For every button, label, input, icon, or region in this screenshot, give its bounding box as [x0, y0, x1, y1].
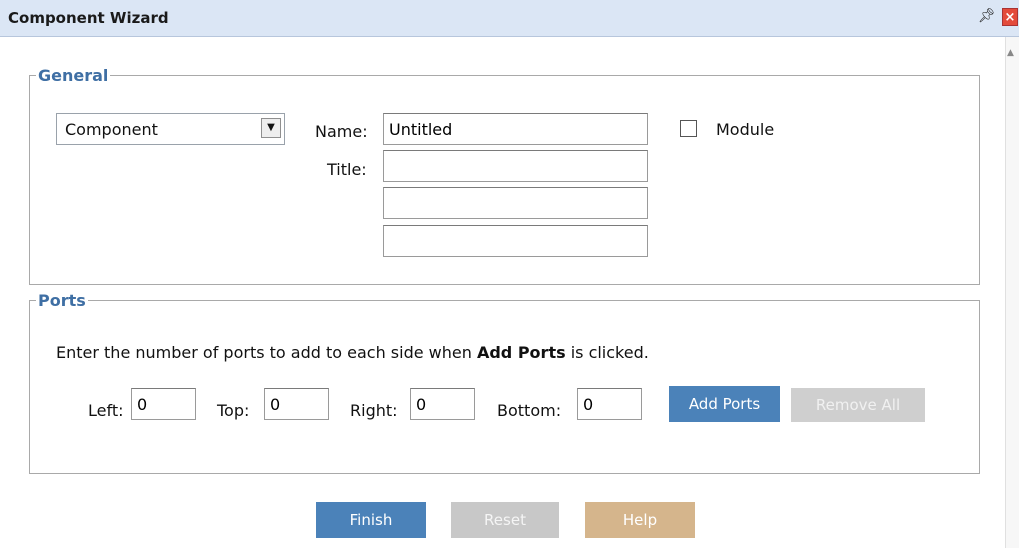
title-field-line-2[interactable] [383, 187, 648, 219]
scroll-up-icon[interactable]: ▲ [1007, 48, 1014, 58]
right-label: Right: [350, 401, 398, 420]
pin-icon[interactable]: 📌︎ [978, 8, 996, 24]
title-field-line-3[interactable] [383, 225, 648, 257]
add-ports-button[interactable]: Add Ports [669, 386, 780, 422]
left-label: Left: [88, 401, 124, 420]
instruction-suffix: is clicked. [565, 343, 649, 362]
name-label: Name: [315, 122, 368, 141]
instruction-prefix: Enter the number of ports to add to each… [56, 343, 477, 362]
title-field-line-1[interactable] [383, 150, 648, 182]
component-type-value: Component [65, 120, 158, 139]
bottom-ports-field[interactable] [577, 388, 642, 420]
top-ports-field[interactable] [264, 388, 329, 420]
finish-button[interactable]: Finish [316, 502, 426, 538]
module-checkbox[interactable] [680, 120, 697, 137]
ports-legend: Ports [38, 291, 86, 310]
ports-group: Ports [29, 291, 980, 474]
reset-button[interactable]: Reset [451, 502, 559, 538]
left-ports-field[interactable] [131, 388, 196, 420]
module-label: Module [716, 120, 775, 139]
general-legend: General [38, 66, 109, 85]
window-title: Component Wizard [8, 9, 169, 27]
title-label: Title: [327, 160, 367, 179]
right-ports-field[interactable] [410, 388, 475, 420]
top-label: Top: [217, 401, 250, 420]
ports-instruction: Enter the number of ports to add to each… [56, 343, 649, 362]
component-type-select[interactable]: Component ▼ [56, 113, 285, 145]
remove-all-button[interactable]: Remove All [791, 388, 925, 422]
bottom-label: Bottom: [497, 401, 562, 420]
vertical-scrollbar[interactable] [1005, 37, 1019, 548]
title-bar: Component Wizard 📌︎ × [0, 0, 1019, 37]
name-field[interactable] [383, 113, 648, 145]
chevron-down-icon[interactable]: ▼ [261, 118, 281, 138]
close-icon[interactable]: × [1002, 8, 1018, 26]
help-button[interactable]: Help [585, 502, 695, 538]
instruction-bold: Add Ports [476, 343, 566, 362]
